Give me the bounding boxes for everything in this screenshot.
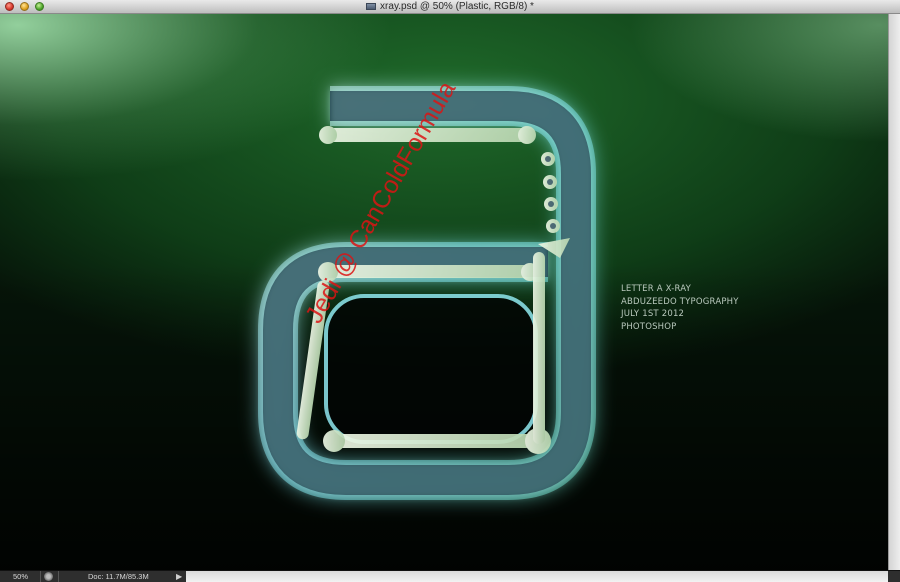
status-divider [58, 571, 59, 582]
document-canvas[interactable]: LETTER A X-RAY ABDUZEEDO TYPOGRAPHY JULY… [0, 14, 888, 570]
caption-line-date: JULY 1ST 2012 [621, 309, 685, 320]
horizontal-scrollbar[interactable] [186, 571, 888, 582]
status-circle-icon[interactable] [44, 572, 53, 581]
caption-line-title: LETTER A X-RAY [621, 284, 692, 294]
vertical-scrollbar[interactable] [888, 14, 900, 570]
zoom-level-field[interactable]: 50% [13, 571, 28, 582]
caption-line-tool: PHOTOSHOP [621, 321, 677, 332]
window-title: xray.psd @ 50% (Plastic, RGB/8) * [0, 0, 900, 14]
title-bar[interactable]: xray.psd @ 50% (Plastic, RGB/8) * [0, 0, 900, 14]
photoshop-document-window: xray.psd @ 50% (Plastic, RGB/8) * LETTER… [0, 0, 900, 582]
caption-line-author: ABDUZEEDO TYPOGRAPHY [621, 296, 739, 307]
document-icon [366, 3, 377, 10]
window-title-text: xray.psd @ 50% (Plastic, RGB/8) * [380, 1, 534, 12]
artwork-caption: LETTER A X-RAY ABDUZEEDO TYPOGRAPHY JULY… [621, 283, 739, 333]
triangle-right-icon[interactable]: ▶ [176, 571, 182, 582]
status-divider [40, 571, 41, 582]
document-size-info: Doc: 11.7M/85.3M [88, 572, 149, 581]
status-bar: 50% Doc: 11.7M/85.3M ▶ [0, 570, 900, 582]
